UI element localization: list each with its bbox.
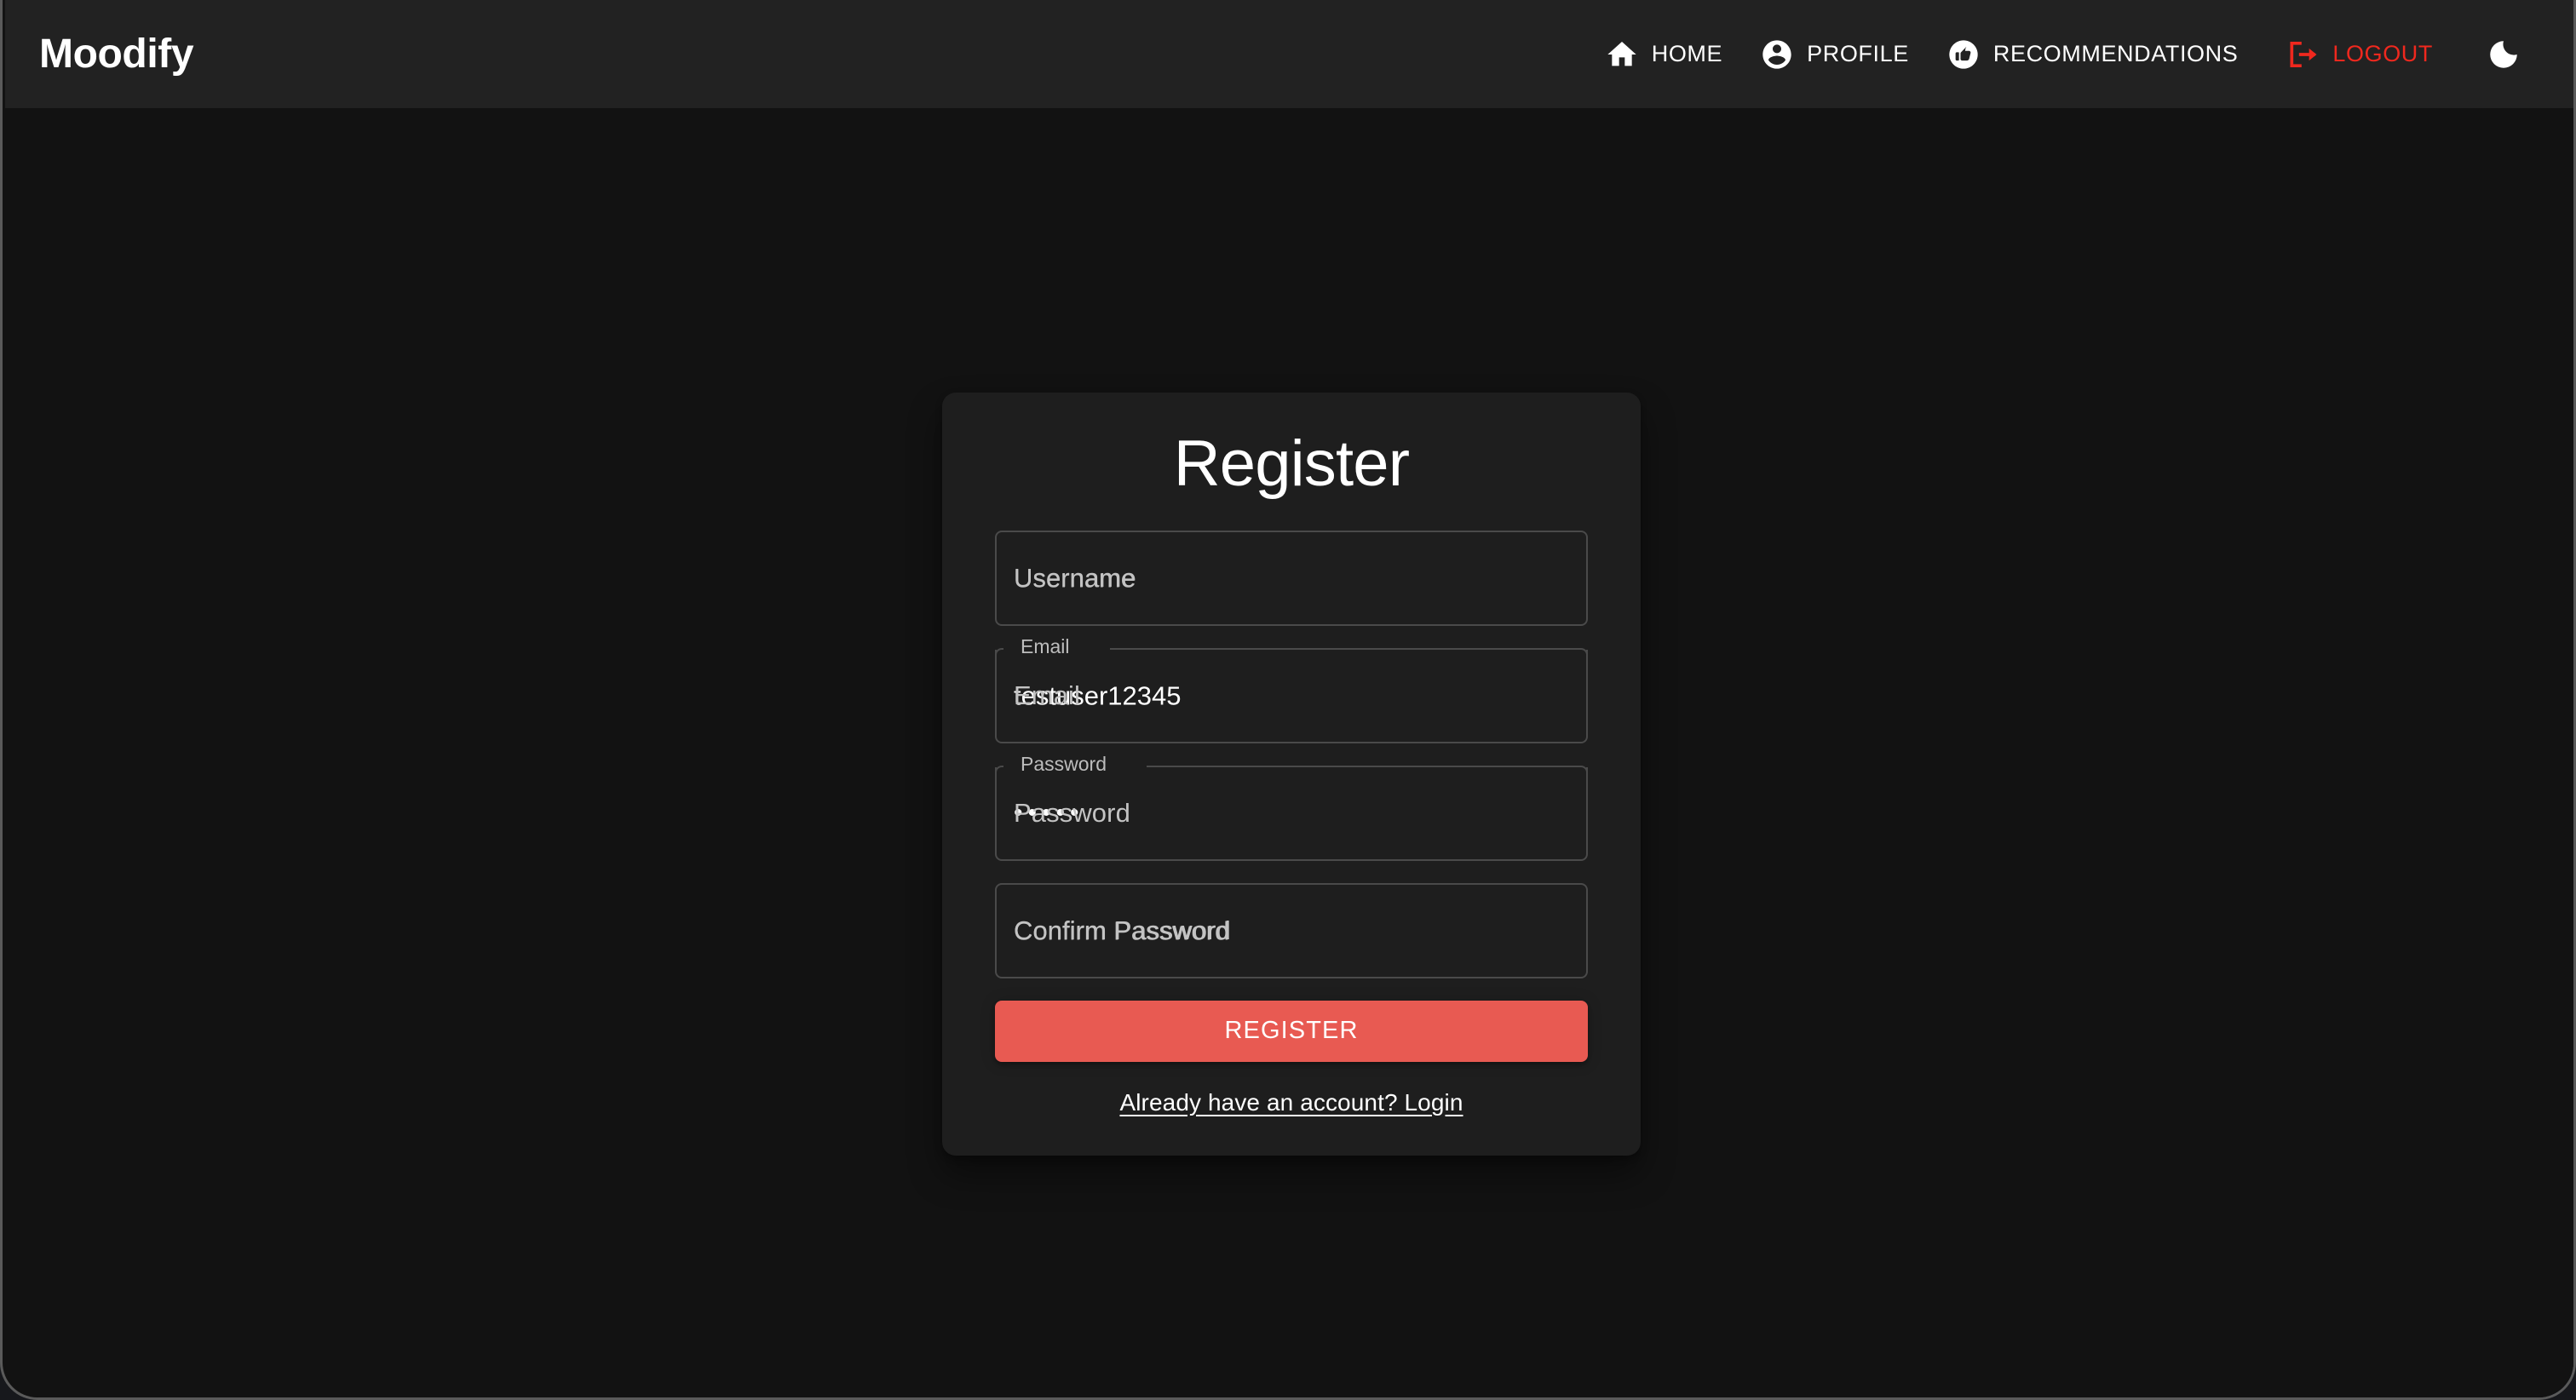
register-card: Register Username Email testuser12345	[942, 393, 1641, 1156]
password-input[interactable]	[995, 766, 1588, 861]
login-link-container: Already have an account? Login	[995, 1089, 1588, 1116]
top-app-bar: Moodify HOME PROF	[5, 0, 2576, 108]
brand-logo[interactable]: Moodify	[39, 34, 193, 75]
login-link[interactable]: Already have an account? Login	[1119, 1089, 1463, 1116]
email-input[interactable]	[995, 648, 1588, 743]
nav-item-logout[interactable]: LOGOUT	[2267, 27, 2452, 82]
nav-item-profile-label: PROFILE	[1807, 43, 1909, 66]
confirm-password-input[interactable]	[995, 883, 1588, 978]
password-field[interactable]: Password •••••	[995, 766, 1588, 861]
username-field[interactable]: Username	[995, 531, 1588, 626]
password-field-label: Password	[1014, 755, 1113, 774]
app-root: Moodify HOME PROF	[5, 0, 2576, 1397]
nav-item-home[interactable]: HOME	[1586, 27, 1741, 82]
browser-window-frame: Moodify HOME PROF	[0, 0, 2576, 1400]
nav-item-recommendations[interactable]: RECOMMENDATIONS	[1928, 27, 2257, 82]
page-title: Register	[995, 428, 1588, 500]
email-field[interactable]: Email testuser12345	[995, 648, 1588, 743]
account-circle-icon	[1760, 37, 1794, 72]
home-icon	[1605, 37, 1639, 72]
dark-mode-moon-icon	[2486, 37, 2521, 72]
dark-mode-toggle-button[interactable]	[2470, 21, 2537, 88]
nav-item-logout-label: LOGOUT	[2332, 43, 2433, 66]
email-field-label: Email	[1014, 637, 1077, 657]
confirm-password-field[interactable]: Confirm Password	[995, 883, 1588, 978]
nav-item-recommendations-label: RECOMMENDATIONS	[1993, 43, 2239, 66]
main-navigation: HOME PROFILE	[1586, 21, 2537, 88]
page-content: Register Username Email testuser12345	[5, 108, 2576, 1397]
username-input[interactable]	[995, 531, 1588, 626]
nav-item-home-label: HOME	[1652, 43, 1722, 66]
nav-item-profile[interactable]: PROFILE	[1741, 27, 1928, 82]
recommend-icon	[1946, 37, 1981, 72]
logout-icon	[2286, 37, 2320, 72]
register-submit-button[interactable]: REGISTER	[995, 1001, 1588, 1062]
